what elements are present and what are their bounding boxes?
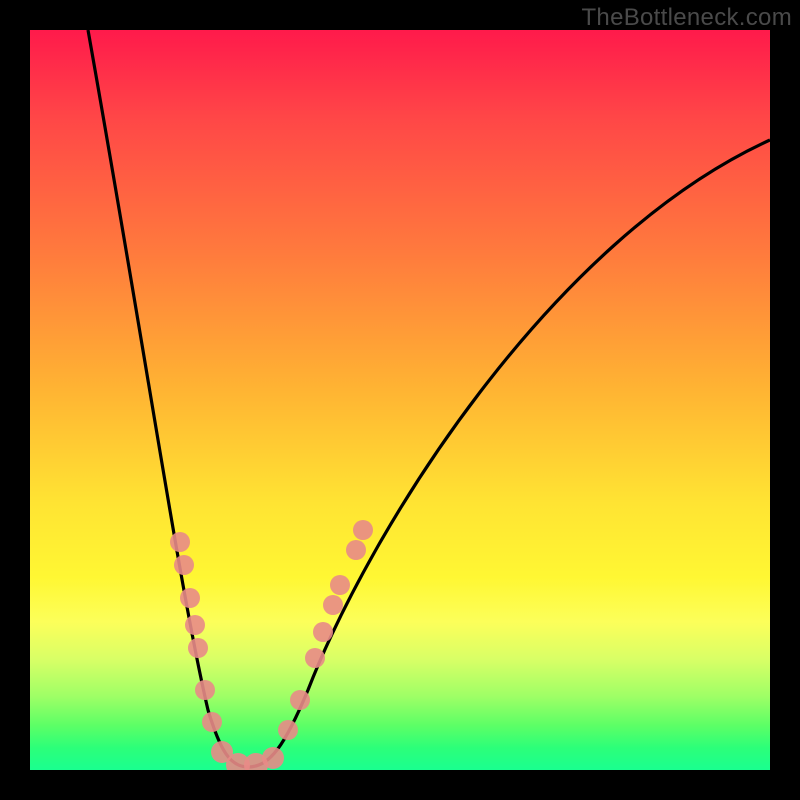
data-point: [188, 638, 208, 658]
data-point: [202, 712, 222, 732]
data-point: [278, 720, 298, 740]
data-points: [170, 520, 373, 770]
data-point: [305, 648, 325, 668]
data-point: [170, 532, 190, 552]
data-point: [185, 615, 205, 635]
data-point: [174, 555, 194, 575]
bottleneck-curve: [88, 30, 770, 767]
data-point: [195, 680, 215, 700]
data-point: [330, 575, 350, 595]
chart-svg: [30, 30, 770, 770]
outer-frame: TheBottleneck.com: [0, 0, 800, 800]
data-point: [353, 520, 373, 540]
data-point: [346, 540, 366, 560]
plot-area: [30, 30, 770, 770]
data-point: [313, 622, 333, 642]
watermark-text: TheBottleneck.com: [581, 4, 792, 32]
data-point: [323, 595, 343, 615]
data-point: [262, 747, 284, 769]
data-point: [180, 588, 200, 608]
data-point: [290, 690, 310, 710]
